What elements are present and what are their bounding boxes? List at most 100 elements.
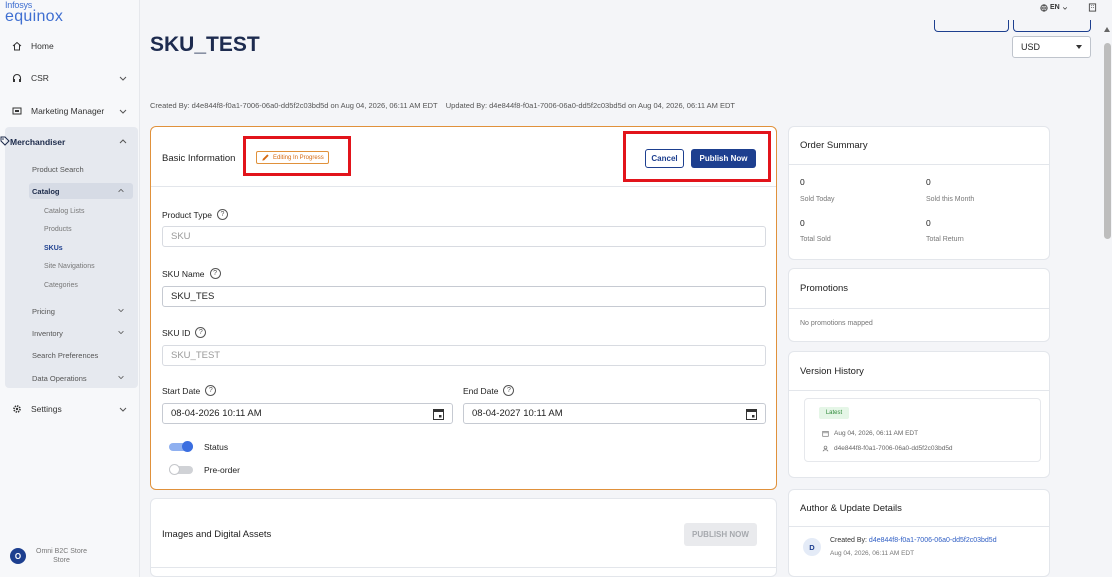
help-icon[interactable]: ?: [216, 209, 228, 220]
version-history-title: Version History: [800, 366, 864, 377]
promotions-card: Promotions No promotions mapped: [788, 268, 1050, 342]
total-return-label: Total Return: [926, 236, 964, 243]
chevron-down-icon: [119, 407, 127, 412]
help-icon[interactable]: ?: [205, 385, 217, 396]
gear-icon: [12, 404, 22, 414]
sku-name-input[interactable]: SKU_TES: [162, 286, 766, 307]
sidebar-item-marketing-manager[interactable]: Marketing Manager: [0, 100, 140, 122]
logo-main-text: equinox: [5, 8, 64, 25]
sidebar-sub-product-search[interactable]: Product Search: [32, 165, 84, 174]
header-action-button[interactable]: [1013, 20, 1091, 32]
end-date-input[interactable]: 08-04-2027 10:11 AM: [463, 403, 766, 424]
user-icon: [822, 445, 829, 452]
sidebar-sub-skus[interactable]: SKUs: [44, 245, 63, 252]
author-created-line: Created By: d4e844f8-f0a1-7006-06a0-dd5f…: [830, 537, 997, 544]
created-by-user[interactable]: d4e844f8-f0a1-7006-06a0-dd5f2c03bd5d: [869, 537, 997, 544]
sidebar-sub-search-preferences[interactable]: Search Preferences: [32, 351, 98, 360]
version-entry[interactable]: Latest Aug 04, 2026, 06:11 AM EDT d4e844…: [804, 398, 1041, 462]
sidebar-sub-site-navigations[interactable]: Site Navigations: [44, 263, 95, 270]
promotions-title: Promotions: [800, 283, 849, 294]
start-date-label: Start Date ?: [162, 385, 217, 396]
images-card-title: Images and Digital Assets: [162, 529, 272, 540]
sold-today-label: Sold Today: [800, 196, 835, 203]
status-label: Status: [204, 441, 229, 452]
building-icon[interactable]: [1084, 1, 1100, 14]
caret-down-icon: [1076, 45, 1082, 49]
sidebar-item-home[interactable]: Home: [0, 35, 140, 57]
sidebar-item-label: Marketing Manager: [31, 106, 105, 116]
toggle-knob: [182, 441, 193, 452]
version-history-card: Version History Latest Aug 04, 2026, 06:…: [788, 351, 1050, 478]
help-icon[interactable]: ?: [503, 385, 515, 396]
avatar: D: [803, 538, 821, 556]
chevron-down-icon: [119, 109, 127, 114]
logo[interactable]: Infosys equinox: [5, 1, 63, 25]
version-date-line: Aug 04, 2026, 06:11 AM EDT: [822, 430, 918, 437]
calendar-icon[interactable]: [746, 408, 757, 420]
product-type-field: SKU: [162, 226, 766, 247]
scroll-up-icon[interactable]: [1104, 27, 1110, 32]
order-summary-card: Order Summary 0 Sold Today 0 Sold this M…: [788, 126, 1050, 260]
highlight-box-actions: [623, 131, 771, 182]
total-sold-label: Total Sold: [800, 236, 831, 243]
store-switcher[interactable]: O Omni B2C Store Store: [10, 547, 87, 565]
home-icon: [12, 41, 22, 51]
chevron-down-icon: [118, 330, 124, 335]
sold-month-label: Sold this Month: [926, 196, 975, 203]
preorder-toggle[interactable]: [169, 464, 194, 475]
author-card-title: Author & Update Details: [800, 503, 902, 514]
tag-icon: [0, 136, 10, 148]
currency-value: USD: [1021, 42, 1041, 52]
help-icon[interactable]: ?: [195, 327, 207, 338]
start-date-input[interactable]: 08-04-2026 10:11 AM: [162, 403, 453, 424]
store-type: Store: [53, 557, 70, 565]
help-icon[interactable]: ?: [209, 268, 221, 279]
currency-select[interactable]: USD: [1012, 36, 1091, 58]
chevron-down-icon: [118, 375, 124, 380]
sku-id-label: SKU ID ?: [162, 327, 207, 338]
divider: [789, 526, 1049, 527]
status-toggle[interactable]: [169, 441, 194, 452]
images-digital-assets-card: Images and Digital Assets PUBLISH NOW: [150, 498, 777, 577]
field-label: Start Date: [162, 385, 201, 396]
headset-icon: [12, 73, 22, 83]
field-label: SKU ID: [162, 327, 191, 338]
sidebar-sub-catalog-lists[interactable]: Catalog Lists: [44, 208, 84, 215]
page-title: SKU_TEST: [150, 33, 260, 56]
sidebar-sub-products[interactable]: Products: [44, 226, 72, 233]
calendar-icon: [822, 431, 829, 437]
sidebar-item-label: Settings: [31, 404, 62, 414]
sidebar-sub-categories[interactable]: Categories: [44, 282, 78, 289]
product-type-label: Product Type ?: [162, 209, 228, 220]
chevron-up-icon: [118, 188, 124, 193]
sidebar-sub-catalog[interactable]: Catalog: [32, 187, 60, 196]
preorder-label: Pre-order: [204, 464, 240, 475]
divider: [789, 164, 1049, 165]
divider: [789, 308, 1049, 309]
language-selector[interactable]: EN: [1040, 1, 1068, 14]
sidebar-item-merchandiser[interactable]: Merchandiser: [0, 131, 140, 153]
chevron-down-icon: [119, 76, 127, 81]
publish-now-button-disabled[interactable]: PUBLISH NOW: [684, 523, 757, 546]
scrollbar-thumb[interactable]: [1104, 43, 1111, 239]
end-date-label: End Date ?: [463, 385, 515, 396]
store-info: Omni B2C Store Store: [36, 547, 87, 565]
header-action-button[interactable]: [934, 20, 1009, 32]
divider: [789, 390, 1049, 391]
version-date: Aug 04, 2026, 06:11 AM EDT: [834, 430, 919, 437]
created-updated-meta: Created By: d4e844f8-f0a1-7006-06a0-dd5f…: [150, 101, 736, 110]
sidebar: Infosys equinox Home CSR Marketing Manag…: [0, 0, 140, 577]
sold-month-value: 0: [926, 177, 931, 187]
sidebar-sub-pricing[interactable]: Pricing: [32, 307, 55, 316]
field-label: SKU Name: [162, 268, 205, 279]
calendar-icon[interactable]: [433, 408, 444, 420]
sidebar-sub-data-operations[interactable]: Data Operations: [32, 374, 87, 383]
scrollbar[interactable]: [1103, 22, 1112, 577]
promotions-empty-text: No promotions mapped: [800, 320, 873, 327]
sidebar-item-csr[interactable]: CSR: [0, 67, 140, 89]
end-date-value: 08-04-2027 10:11 AM: [472, 408, 563, 419]
sidebar-sub-inventory[interactable]: Inventory: [32, 329, 63, 338]
sidebar-item-settings[interactable]: Settings: [0, 398, 140, 420]
store-name: Omni B2C Store: [36, 548, 87, 555]
order-summary-title: Order Summary: [800, 140, 868, 151]
